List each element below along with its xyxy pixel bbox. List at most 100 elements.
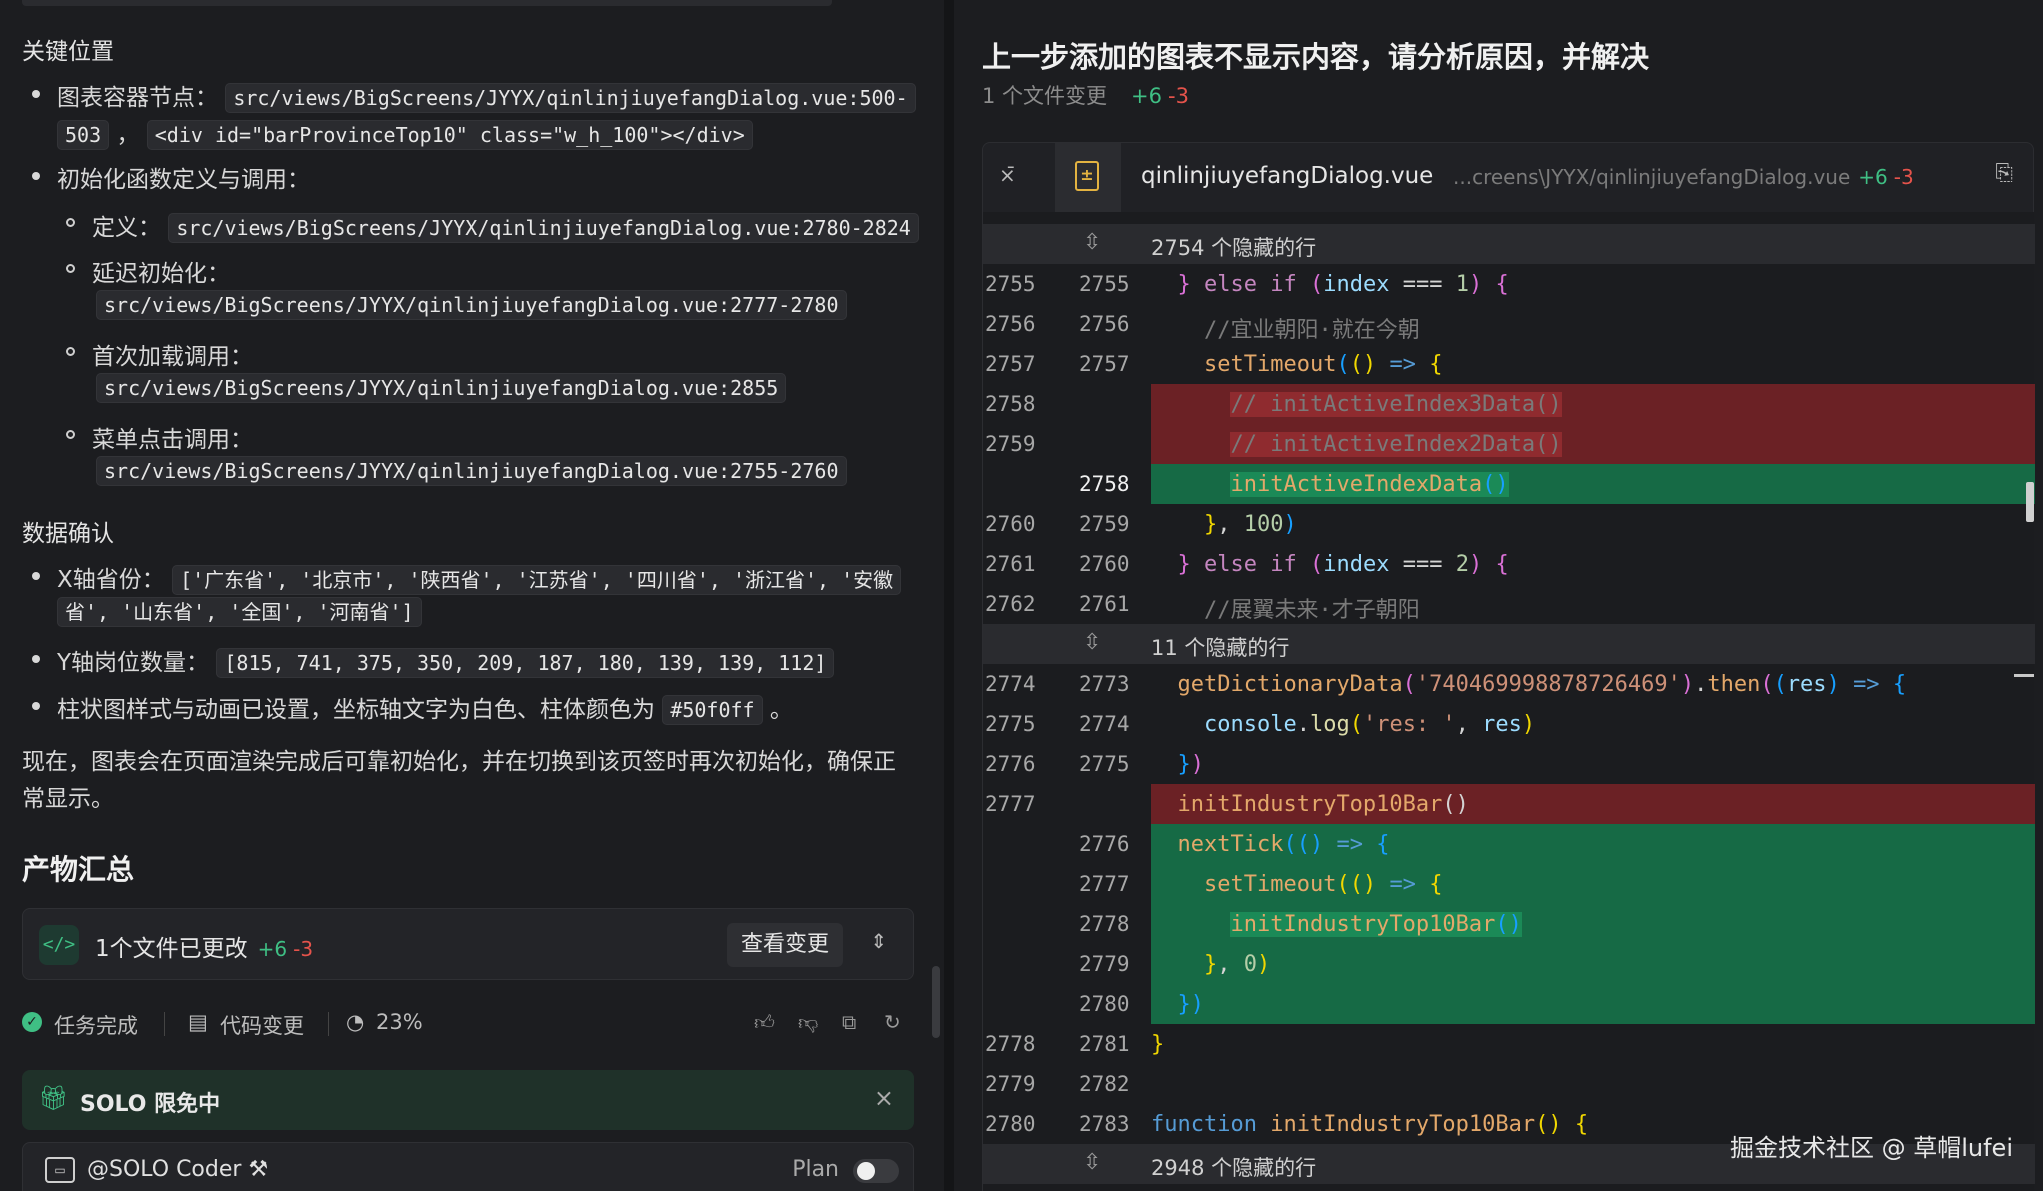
hidden-lines-row[interactable]: ⇳ 11 个隐藏的行 xyxy=(983,624,2035,664)
copy-icon[interactable]: ⧉ xyxy=(842,1010,856,1034)
agent-label[interactable]: @SOLO Coder ⚒ xyxy=(87,1157,268,1182)
string-literal: 'res: ' xyxy=(1362,712,1456,737)
new-line-number: 2778 xyxy=(1079,912,1130,936)
collapse-icon[interactable]: ⨯̄ xyxy=(999,163,1016,187)
plan-mode-label: Plan xyxy=(792,1157,839,1182)
document-icon: ▤ xyxy=(188,1010,208,1034)
list-item-x-axis: X轴省份： ['广东省', '北京市', '陕西省', '江苏省', '四川省'… xyxy=(57,560,902,595)
plan-toggle[interactable] xyxy=(853,1159,899,1183)
diff-line: 2761 2760 } else if (index === 2) { xyxy=(983,544,2035,584)
old-line-number: 2776 xyxy=(985,752,1036,776)
expand-icon[interactable]: ⇳ xyxy=(1083,1150,1101,1175)
view-changes-button[interactable]: 查看变更 xyxy=(726,923,843,967)
divider xyxy=(164,1012,165,1036)
file-tab[interactable]: ± xyxy=(1055,143,1121,212)
sub-bullet xyxy=(66,264,75,273)
diff-line: 2775 2774 console.log('res: ', res) xyxy=(983,704,2035,744)
added-count: +6 xyxy=(257,937,288,961)
code-line: getDictionaryData('740469998878726469').… xyxy=(1177,672,1907,697)
file-diff-icon: ± xyxy=(1075,161,1099,191)
sub-item-code: src/views/BigScreens/JYYX/qinlinjiuyefan… xyxy=(96,290,847,320)
bullet xyxy=(32,655,40,663)
list-item: 初始化函数定义与调用： xyxy=(57,167,310,193)
code-chip[interactable]: ['广东省', '北京市', '陕西省', '江苏省', '四川省', '浙江省… xyxy=(172,565,902,595)
key-positions-heading: 关键位置 xyxy=(22,39,114,65)
previous-content-edge xyxy=(22,0,832,6)
code-chip[interactable]: src/views/BigScreens/JYYX/qinlinjiuyefan… xyxy=(225,83,916,113)
file-path-text: ...creens\JYYX/qinlinjiuyefangDialog.vue xyxy=(1453,165,1851,189)
old-line-number: 2778 xyxy=(985,1032,1036,1056)
code-chip[interactable]: src/views/BigScreens/JYYX/qinlinjiuyefan… xyxy=(96,290,847,320)
code-chip[interactable]: [815, 741, 375, 350, 209, 187, 180, 139,… xyxy=(216,648,835,678)
old-line-number: 2762 xyxy=(985,592,1036,616)
sub-item-label: 定义： xyxy=(92,215,161,241)
sub-bullet xyxy=(66,218,75,227)
code-chip[interactable]: src/views/BigScreens/JYYX/qinlinjiuyefan… xyxy=(96,456,847,486)
diff-line-added: 2778 initIndustryTop10Bar() xyxy=(983,904,2035,944)
diff-line-added: 2779 }, 0) xyxy=(983,944,2035,984)
solo-banner-text: SOLO 限免中 xyxy=(80,1092,221,1117)
diff-file-header: ⨯̄ ± qinlinjiuyefangDialog.vue ...creens… xyxy=(982,142,2034,212)
changed-files-card[interactable]: </> 1个文件已更改 +6 -3 查看变更 ⇕ xyxy=(22,908,914,980)
scrollbar-thumb[interactable] xyxy=(2026,482,2034,522)
code-change-link[interactable]: 代码变更 xyxy=(220,1010,304,1040)
item-label: X轴省份： xyxy=(57,567,165,593)
item-label: 图表容器节点： xyxy=(57,85,218,111)
expand-icon[interactable]: ⇳ xyxy=(1083,230,1101,255)
code-line: nextTick(() => { xyxy=(1151,824,2035,864)
new-line-number: 2777 xyxy=(1079,872,1130,896)
list-item-y-axis: Y轴岗位数量： [815, 741, 375, 350, 209, 187, 1… xyxy=(57,643,835,678)
agent-selector-bar[interactable]: ▭ @SOLO Coder ⚒ Plan xyxy=(22,1142,914,1191)
old-line-number: 2775 xyxy=(985,712,1036,736)
open-file-icon[interactable]: ⎘ xyxy=(1995,161,2013,186)
scrollbar-thumb[interactable] xyxy=(932,966,940,1038)
gift-icon: 🎁︎ xyxy=(38,1084,69,1112)
file-added-count: +6 xyxy=(1858,165,1888,189)
code-line: initIndustryTop10Bar() xyxy=(1151,784,2035,824)
old-line-number: 2757 xyxy=(985,352,1036,376)
new-line-number: 2774 xyxy=(1079,712,1130,736)
old-line-number: 2760 xyxy=(985,512,1036,536)
code-line: } else if (index === 2) { xyxy=(1177,552,1509,577)
diff-line: 2755 2755 } else if (index === 1) { xyxy=(983,264,2035,304)
removed-count: -3 xyxy=(1168,84,1189,108)
sub-item-label: 延迟初始化： xyxy=(92,261,230,287)
code-comment: // initActiveIndex2Data() xyxy=(1230,432,1562,457)
new-line-number: 2776 xyxy=(1079,832,1130,856)
code-chip[interactable]: src/views/BigScreens/JYYX/qinlinjiuyefan… xyxy=(96,373,787,403)
diff-line: 2774 2773 getDictionaryData('74046999887… xyxy=(983,664,2035,704)
bullet xyxy=(32,572,40,580)
code-comment: //宜业朝阳·就在今朝 xyxy=(1203,318,1420,343)
sub-item-definition: 定义： src/views/BigScreens/JYYX/qinlinjiuy… xyxy=(92,208,919,243)
diff-line-added: 2776 nextTick(() => { xyxy=(983,824,2035,864)
close-icon[interactable]: × xyxy=(874,1084,894,1112)
thumbs-down-icon[interactable]: 👎︎ xyxy=(798,1010,818,1035)
diff-line: 2757 2757 setTimeout(() => { xyxy=(983,344,2035,384)
old-line-number: 2755 xyxy=(985,272,1036,296)
diff-line: 2776 2775 }) xyxy=(983,744,2035,784)
code-line: }) xyxy=(1151,984,2035,1024)
code-chip[interactable]: #50f0ff xyxy=(662,695,763,725)
refresh-icon[interactable]: ↻ xyxy=(884,1010,901,1034)
old-line-number: 2756 xyxy=(985,312,1036,336)
bullet xyxy=(32,702,40,710)
thumbs-up-icon[interactable]: 👍︎ xyxy=(754,1010,775,1035)
diff-line: 2760 2759 }, 100) xyxy=(983,504,2035,544)
diff-line-removed: 2758 // initActiveIndex3Data() xyxy=(983,384,2035,424)
task-complete-label: 任务完成 xyxy=(54,1014,138,1038)
code-chip[interactable]: src/views/BigScreens/JYYX/qinlinjiuyefan… xyxy=(168,213,919,243)
sub-bullet xyxy=(66,347,75,356)
hidden-lines-row[interactable]: ⇳ 2754 个隐藏的行 xyxy=(983,224,2035,264)
panel-divider[interactable] xyxy=(944,0,954,1191)
code-chip[interactable]: 省', '山东省', '全国', '河南省'] xyxy=(57,597,422,627)
expand-icon[interactable]: ⇳ xyxy=(1083,630,1101,655)
new-line-number: 2758 xyxy=(1079,472,1130,496)
code-chip[interactable]: <div id="barProvinceTop10" class="w_h_10… xyxy=(146,120,753,150)
expand-collapse-icon[interactable]: ⇕ xyxy=(870,929,887,953)
files-changed-text: 1个文件已更改 xyxy=(95,936,248,962)
code-chip[interactable]: 503 xyxy=(57,120,110,150)
sub-item-code: src/views/BigScreens/JYYX/qinlinjiuyefan… xyxy=(96,456,847,486)
item-tail: 。 xyxy=(769,697,793,723)
code-comment: //展翼未来·才子朝阳 xyxy=(1203,598,1420,623)
added-count: +6 xyxy=(1131,84,1163,108)
